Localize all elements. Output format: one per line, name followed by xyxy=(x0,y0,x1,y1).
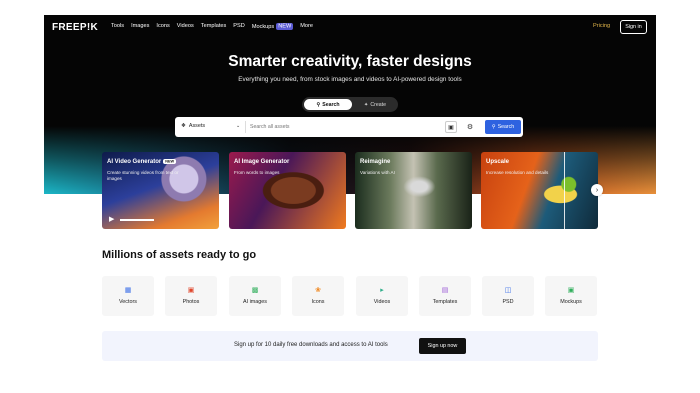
search-button-label: Search xyxy=(497,124,515,130)
nav-link-psd[interactable]: PSD xyxy=(233,23,245,30)
photos-icon: ▣ xyxy=(187,287,195,294)
hero-subtitle: Everything you need, from stock images a… xyxy=(238,76,462,83)
category-vectors[interactable]: ▦ Vectors xyxy=(102,276,154,316)
nav-links: Tools Images Icons Videos Templates PSD … xyxy=(111,22,313,30)
search-create-toggle: ⚲ Search ✦ Create xyxy=(302,97,398,112)
nav-link-mockups[interactable]: Mockups NEW xyxy=(251,22,294,30)
chevron-down-icon[interactable]: ⌄ xyxy=(236,123,240,129)
assets-section-title: Millions of assets ready to go xyxy=(102,249,257,261)
psd-icon: ◫ xyxy=(504,287,512,294)
nav-link-videos[interactable]: Videos xyxy=(177,23,194,30)
play-icon[interactable]: ▶ xyxy=(109,215,114,223)
nav-link-images[interactable]: Images xyxy=(131,23,149,30)
nav-link-icons[interactable]: Icons xyxy=(156,23,169,30)
assets-icon: ❖ xyxy=(181,123,186,129)
category-photos[interactable]: ▣ Photos xyxy=(165,276,217,316)
signup-banner: Sign up for 10 daily free downloads and … xyxy=(102,331,598,361)
divider xyxy=(245,121,246,133)
vectors-icon: ▦ xyxy=(124,287,132,294)
category-label: Mockups xyxy=(560,299,582,305)
videos-icon: ▸ xyxy=(380,287,384,294)
new-badge: NEW xyxy=(163,158,177,164)
card-title: Upscale xyxy=(486,159,510,165)
card-title-text: AI Video Generator xyxy=(107,159,162,165)
signup-text: Sign up for 10 daily free downloads and … xyxy=(234,342,388,348)
category-label: Photos xyxy=(182,299,200,305)
chevron-right-icon[interactable]: › xyxy=(591,184,603,196)
image-search-icon[interactable]: ▣ xyxy=(445,121,457,133)
video-progress-bar xyxy=(120,219,154,221)
category-templates[interactable]: ▤ Templates xyxy=(419,276,471,316)
category-label: PSD xyxy=(502,299,514,305)
card-ai-video-generator[interactable]: AI Video Generator NEW Create stunning vi… xyxy=(102,152,219,229)
templates-icon: ▤ xyxy=(441,287,449,294)
category-ai-images[interactable]: ▩ AI images xyxy=(229,276,281,316)
category-icons[interactable]: ❀ Icons xyxy=(292,276,344,316)
compare-slider[interactable] xyxy=(564,152,565,229)
card-description: Create stunning videos from text or imag… xyxy=(107,170,179,181)
search-button[interactable]: ⚲ Search xyxy=(485,120,521,134)
nav-link-mockups-label: Mockups xyxy=(251,24,275,30)
pricing-link[interactable]: Pricing xyxy=(593,23,610,29)
nav-link-templates[interactable]: Templates xyxy=(201,23,227,30)
category-label: AI images xyxy=(243,299,267,305)
page-frame: FREEP!K Tools Images Icons Videos Templa… xyxy=(44,15,656,393)
freepik-logo[interactable]: FREEP!K xyxy=(52,22,98,33)
category-videos[interactable]: ▸ Videos xyxy=(356,276,408,316)
search-icon: ⚲ xyxy=(316,101,321,108)
toggle-search-button[interactable]: ⚲ Search xyxy=(304,99,352,110)
category-mockups[interactable]: ▣ Mockups xyxy=(545,276,597,316)
sign-in-button[interactable]: Sign in xyxy=(620,20,647,34)
new-badge: NEW xyxy=(276,22,294,30)
card-description: From words to images xyxy=(234,170,280,175)
category-label: Icons xyxy=(311,299,325,305)
ai-images-icon: ▩ xyxy=(251,287,259,294)
search-input[interactable] xyxy=(250,122,440,132)
card-title: AI Video Generator NEW xyxy=(107,158,177,165)
asset-type-dropdown[interactable]: ❖ Assets xyxy=(181,123,205,129)
sign-up-button[interactable]: Sign up now xyxy=(419,338,466,354)
toggle-create-button[interactable]: ✦ Create xyxy=(354,99,396,110)
hero-title: Smarter creativity, faster designs xyxy=(228,53,472,70)
card-description: Increase resolution and details xyxy=(486,170,549,175)
category-label: Templates xyxy=(432,299,458,305)
icons-icon: ❀ xyxy=(315,287,321,294)
top-nav: FREEP!K Tools Images Icons Videos Templa… xyxy=(44,15,656,39)
sparkle-icon: ✦ xyxy=(364,101,369,108)
mockups-icon: ▣ xyxy=(567,287,575,294)
card-title: AI Image Generator xyxy=(234,159,290,165)
category-label: Videos xyxy=(373,299,391,305)
asset-type-label: Assets xyxy=(188,123,206,129)
card-upscale[interactable]: Upscale Increase resolution and details xyxy=(481,152,598,229)
nav-link-more[interactable]: More xyxy=(300,23,313,30)
card-title: Reimagine xyxy=(360,159,391,165)
nav-link-tools[interactable]: Tools xyxy=(111,23,124,30)
settings-icon[interactable]: ⚙ xyxy=(464,121,476,133)
toggle-create-label: Create xyxy=(370,101,386,108)
search-bar: ❖ Assets ⌄ ▣ ⚙ ⚲ Search xyxy=(175,117,523,137)
card-ai-image-generator[interactable]: AI Image Generator From words to images xyxy=(229,152,346,229)
toggle-search-label: Search xyxy=(322,101,340,108)
category-label: Vectors xyxy=(119,299,137,305)
card-reimagine[interactable]: Reimagine Variations with AI xyxy=(355,152,472,229)
card-description: Variations with AI xyxy=(360,170,395,175)
search-icon: ⚲ xyxy=(491,124,496,130)
category-psd[interactable]: ◫ PSD xyxy=(482,276,534,316)
